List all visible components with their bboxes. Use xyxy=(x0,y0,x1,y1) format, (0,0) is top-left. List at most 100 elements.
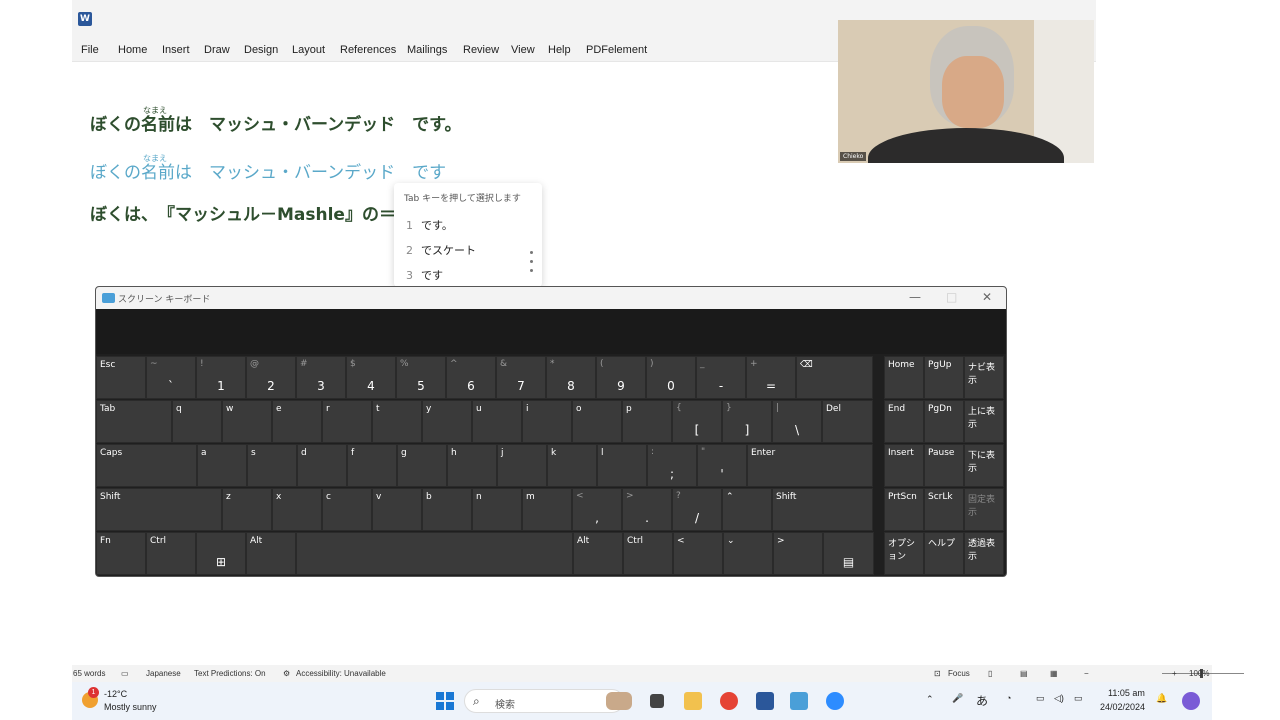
word-count[interactable]: 65 words xyxy=(73,669,105,678)
nav-key[interactable]: End xyxy=(884,400,924,443)
zoom-in-icon[interactable]: + xyxy=(1172,669,1177,678)
nav-key[interactable]: オプション xyxy=(884,532,924,575)
key[interactable]: <, xyxy=(572,488,622,531)
key[interactable]: ⊞ xyxy=(196,532,246,575)
tab-help[interactable]: Help xyxy=(548,44,571,56)
maximize-button[interactable]: □ xyxy=(946,290,957,304)
network-icon[interactable]: ▭ xyxy=(1036,693,1045,704)
key[interactable]: y xyxy=(422,400,472,443)
key[interactable]: j xyxy=(497,444,547,487)
key[interactable]: _ - xyxy=(696,356,746,399)
proofing-icon[interactable]: ▭ xyxy=(121,669,129,678)
key[interactable]: m xyxy=(522,488,572,531)
key[interactable]: Del xyxy=(822,400,873,443)
weather-temperature[interactable]: -12°C xyxy=(104,689,127,699)
nav-key[interactable]: ナビ表示 xyxy=(964,356,1004,399)
ime-candidate[interactable]: 3 です xyxy=(406,267,443,283)
key[interactable]: Shift xyxy=(96,488,222,531)
key[interactable]: f xyxy=(347,444,397,487)
notification-bell-icon[interactable]: 🔔 xyxy=(1156,693,1167,704)
key[interactable]: s xyxy=(247,444,297,487)
key[interactable]: #3 xyxy=(296,356,346,399)
tab-design[interactable]: Design xyxy=(244,44,278,56)
zoom-level[interactable]: 100% xyxy=(1189,669,1209,678)
battery-icon[interactable]: ▭ xyxy=(1074,693,1083,704)
copilot-icon[interactable] xyxy=(1182,692,1200,710)
tab-home[interactable]: Home xyxy=(118,44,147,56)
key[interactable]: * 8 xyxy=(546,356,596,399)
key[interactable]: q xyxy=(172,400,222,443)
key[interactable]: Ctrl xyxy=(146,532,196,575)
key[interactable]: v xyxy=(372,488,422,531)
key[interactable]: n xyxy=(472,488,522,531)
start-icon[interactable] xyxy=(436,692,454,710)
key[interactable]: (9 xyxy=(596,356,646,399)
word-taskbar-icon[interactable] xyxy=(756,692,774,710)
key[interactable]: e xyxy=(272,400,322,443)
nav-key[interactable]: 透過表示 xyxy=(964,532,1004,575)
key[interactable]: Alt xyxy=(573,532,623,575)
key[interactable]: w xyxy=(222,400,272,443)
key[interactable]: b xyxy=(422,488,472,531)
nav-key[interactable]: Pause xyxy=(924,444,964,487)
more-options-icon[interactable] xyxy=(530,251,534,278)
accessibility-status[interactable]: Accessibility: Unavailable xyxy=(296,669,386,678)
tab-file[interactable]: File xyxy=(81,44,99,56)
key[interactable]: ⌫ xyxy=(796,356,873,399)
key[interactable]: @2 xyxy=(246,356,296,399)
weather-description[interactable]: Mostly sunny xyxy=(104,702,157,712)
nav-key[interactable]: PgDn xyxy=(924,400,964,443)
key[interactable]: {[ xyxy=(672,400,722,443)
key[interactable]: Alt xyxy=(246,532,296,575)
key[interactable] xyxy=(296,532,573,575)
nav-key[interactable]: 下に表示 xyxy=(964,444,1004,487)
key[interactable]: Enter xyxy=(747,444,873,487)
clock-date[interactable]: 24/02/2024 xyxy=(1100,702,1145,712)
nav-key[interactable]: 固定表示 xyxy=(964,488,1004,531)
taskbar-search[interactable]: ⌕ 検索 xyxy=(464,689,624,713)
osk-taskbar-icon[interactable] xyxy=(790,692,808,710)
nav-key[interactable]: Home xyxy=(884,356,924,399)
ime-candidate[interactable]: 2 でスケート xyxy=(406,242,476,258)
tab-view[interactable]: View xyxy=(511,44,535,56)
key[interactable]: o xyxy=(572,400,622,443)
volume-icon[interactable]: ◁) xyxy=(1054,693,1064,704)
key[interactable]: ) 0 xyxy=(646,356,696,399)
key[interactable]: " ' xyxy=(697,444,747,487)
print-layout-icon[interactable]: ▤ xyxy=(1020,669,1028,678)
minimize-button[interactable]: — xyxy=(909,290,921,304)
key[interactable]: ^ 6 xyxy=(446,356,496,399)
key[interactable]: a xyxy=(197,444,247,487)
key[interactable]: ⌄ xyxy=(723,532,773,575)
key[interactable]: ~ ` xyxy=(146,356,196,399)
key[interactable]: > xyxy=(773,532,823,575)
key[interactable]: Fn xyxy=(96,532,146,575)
close-button[interactable]: ✕ xyxy=(982,290,992,304)
key[interactable]: c xyxy=(322,488,372,531)
read-mode-icon[interactable]: ▯ xyxy=(988,669,992,678)
key[interactable]: l xyxy=(597,444,647,487)
osk-titlebar[interactable]: スクリーン キーボード — □ ✕ xyxy=(96,287,1006,309)
key[interactable]: x xyxy=(272,488,322,531)
text-predictions-status[interactable]: Text Predictions: On xyxy=(194,669,266,678)
key[interactable]: Caps xyxy=(96,444,197,487)
key[interactable]: ▤ xyxy=(823,532,874,575)
key[interactable]: r xyxy=(322,400,372,443)
key[interactable]: z xyxy=(222,488,272,531)
key[interactable]: p xyxy=(622,400,672,443)
key[interactable]: % 5 xyxy=(396,356,446,399)
key[interactable]: d xyxy=(297,444,347,487)
search-highlight-icon[interactable] xyxy=(606,692,632,710)
key[interactable]: >. xyxy=(622,488,672,531)
key[interactable]: i xyxy=(522,400,572,443)
zoom-out-icon[interactable]: − xyxy=(1084,669,1089,678)
chrome-icon[interactable] xyxy=(720,692,738,710)
key[interactable]: $4 xyxy=(346,356,396,399)
key[interactable]: < xyxy=(673,532,723,575)
tab-references[interactable]: References xyxy=(340,44,396,56)
nav-key[interactable]: 上に表示 xyxy=(964,400,1004,443)
tab-mailings[interactable]: Mailings xyxy=(407,44,447,56)
web-layout-icon[interactable]: ▦ xyxy=(1050,669,1058,678)
ime-mode[interactable]: あ xyxy=(976,692,988,709)
focus-button[interactable]: Focus xyxy=(948,669,970,678)
